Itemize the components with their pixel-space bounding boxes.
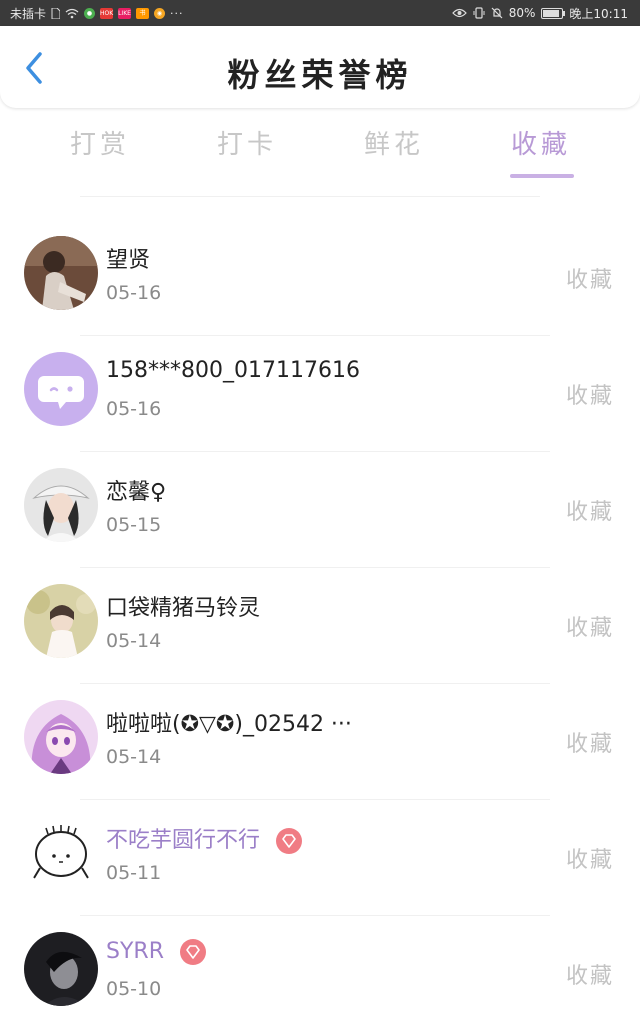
fan-action: 收藏 — [565, 268, 614, 293]
tab-flowers[interactable]: 鲜花 — [339, 124, 449, 161]
avatar[interactable] — [24, 700, 98, 774]
avatar[interactable] — [24, 584, 98, 658]
sim-icon — [51, 7, 61, 19]
vip-diamond-icon — [276, 828, 303, 854]
fan-name: SYRR — [106, 939, 164, 964]
battery-icon — [541, 7, 566, 19]
avatar[interactable] — [24, 352, 98, 426]
avatar[interactable] — [24, 816, 98, 890]
fan-name: 不吃芋圆行不行 — [106, 828, 261, 853]
more-notifications-icon: ··· — [170, 6, 184, 20]
page-title: 粉丝荣誉榜 — [227, 56, 413, 94]
fan-row[interactable]: 158***800_017117616 05-16 收藏 — [0, 336, 640, 452]
app-icon-book: 书 — [136, 7, 150, 19]
tabs-divider — [80, 196, 540, 197]
fan-date: 05-16 — [106, 398, 162, 420]
avatar-doodle-face — [24, 816, 98, 890]
fan-date: 05-14 — [106, 746, 162, 768]
fan-row[interactable]: 不吃芋圆行不行 05-11 收藏 — [0, 800, 640, 916]
tab-bar: 打赏 打卡 鲜花 收藏 — [0, 120, 640, 182]
fan-list: 望贤 05-16 收藏 158***800_017117616 05-16 收藏 — [0, 220, 640, 1032]
fan-action: 收藏 — [565, 732, 614, 757]
clock: 晚上10:11 — [569, 6, 628, 21]
fan-date: 05-16 — [106, 282, 162, 304]
fan-date: 05-15 — [106, 514, 162, 536]
fan-row[interactable]: 望贤 05-16 收藏 — [0, 220, 640, 336]
tab-reward[interactable]: 打赏 — [45, 124, 155, 161]
avatar[interactable] — [24, 236, 98, 310]
fan-action: 收藏 — [565, 500, 614, 525]
eye-icon — [451, 8, 467, 18]
avatar[interactable] — [24, 468, 98, 542]
status-left: 未插卡 ● HOK LIKE 书 ◉ ··· — [10, 0, 184, 26]
fan-row[interactable]: SYRR 05-10 收藏 — [0, 916, 640, 1032]
fan-name-vip: SYRR — [106, 938, 207, 966]
fan-action: 收藏 — [565, 384, 614, 409]
wifi-icon — [65, 8, 79, 18]
wechat-app-icon: ● — [84, 7, 96, 19]
fan-date: 05-10 — [106, 978, 162, 1000]
avatar[interactable] — [24, 932, 98, 1006]
avatar-photo-boy-dark — [24, 932, 98, 1006]
status-bar: 未插卡 ● HOK LIKE 书 ◉ ··· 80% 晚上10:11 — [0, 0, 640, 26]
vip-diamond-icon — [179, 939, 206, 965]
carrier-text: 未插卡 — [10, 6, 47, 21]
fan-date: 05-11 — [106, 862, 162, 884]
app-icon-hok: HOK — [100, 7, 114, 19]
fan-action: 收藏 — [565, 848, 614, 873]
battery-percent: 80% — [508, 6, 536, 20]
avatar-anime-girl-purple — [24, 700, 98, 774]
app-icon-like: LIKE — [118, 7, 132, 19]
vibrate-icon — [473, 7, 485, 19]
fan-name: 158***800_017117616 — [106, 358, 360, 383]
avatar-default-chat-icon — [24, 352, 98, 426]
fan-action: 收藏 — [565, 616, 614, 641]
mute-bell-icon — [491, 7, 503, 19]
fan-name: 望贤 — [106, 248, 151, 273]
avatar-photo-girl-garden — [24, 584, 98, 658]
avatar-photo-girl-sitting — [24, 236, 98, 310]
fan-row[interactable]: 啦啦啦(✪▽✪)_02542 ··· 05-14 收藏 — [0, 684, 640, 800]
fan-name: 恋馨♀ — [106, 480, 167, 505]
active-tab-indicator — [510, 174, 574, 178]
fan-name: 口袋精猪马铃灵 — [106, 596, 261, 621]
top-bar: 粉丝荣誉榜 — [0, 26, 640, 108]
weibo-app-icon: ◉ — [154, 7, 166, 19]
tab-checkin[interactable]: 打卡 — [192, 124, 302, 161]
fan-row[interactable]: 口袋精猪马铃灵 05-14 收藏 — [0, 568, 640, 684]
status-right: 80% 晚上10:11 — [451, 0, 628, 26]
fan-name-vip: 不吃芋圆行不行 — [106, 822, 303, 855]
fan-action: 收藏 — [565, 964, 614, 989]
fan-row[interactable]: 恋馨♀ 05-15 收藏 — [0, 452, 640, 568]
fan-date: 05-14 — [106, 630, 162, 652]
avatar-photo-girl-hat — [24, 468, 98, 542]
fan-name: 啦啦啦(✪▽✪)_02542 ··· — [106, 712, 352, 737]
tab-favorites[interactable]: 收藏 — [486, 124, 596, 161]
